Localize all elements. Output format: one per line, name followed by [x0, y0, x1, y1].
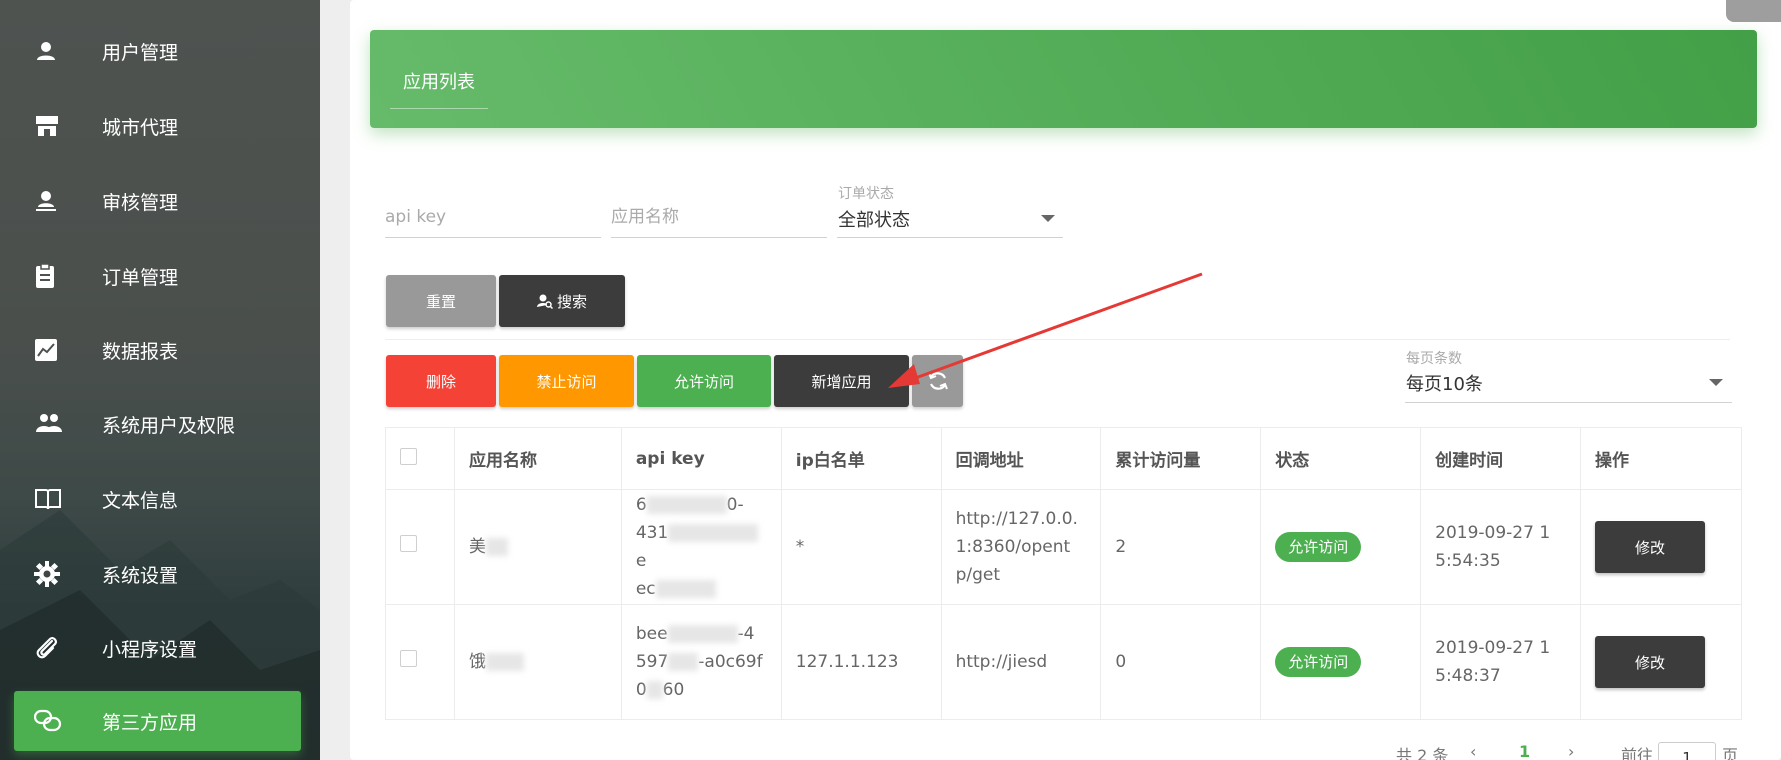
- apps-table: 应用名称 api key ip白名单 回调地址 累计访问量 状态 创建时间 操作…: [385, 427, 1743, 720]
- sidebar-item-reports[interactable]: 数据报表: [14, 320, 301, 380]
- created-cell: 2019-09-27 15:48:37: [1420, 604, 1581, 720]
- user-icon: [34, 37, 78, 65]
- redacted: [668, 653, 699, 671]
- column-header: api key: [620, 427, 782, 490]
- sidebar-item-orders[interactable]: 订单管理: [14, 246, 301, 306]
- annotation-arrow: [888, 272, 1203, 388]
- column-header: 状态: [1260, 427, 1422, 490]
- sidebar: 用户管理 城市代理 审核管理 订单管理 数据报表 系统用户及权限 文本信息 系统…: [0, 0, 320, 760]
- callback-cell: http://127.0.0.1:8360/opentp/get: [940, 489, 1102, 605]
- sidebar-item-text-info[interactable]: 文本信息: [14, 469, 301, 529]
- page-title: 应用列表: [403, 72, 475, 93]
- table-row: 饿 bee -4 597 -a0c69f 0 60 127.1.1.123 http:…: [385, 604, 1743, 720]
- settings-corner-button[interactable]: [1726, 0, 1781, 22]
- sidebar-item-label: 城市代理: [102, 116, 179, 139]
- row-checkbox[interactable]: [400, 535, 417, 552]
- title-underline: [390, 108, 488, 109]
- ip-whitelist-cell: *: [780, 489, 942, 605]
- store-icon: [34, 112, 78, 140]
- redacted: [485, 538, 508, 556]
- redacted: [485, 653, 524, 671]
- app-name-input[interactable]: [611, 198, 827, 236]
- created-cell: 2019-09-27 15:54:35: [1420, 489, 1581, 605]
- next-page-icon[interactable]: ›: [1568, 742, 1574, 760]
- sidebar-item-miniprogram[interactable]: 小程序设置: [14, 618, 301, 678]
- column-header: 应用名称: [453, 427, 622, 490]
- app-name-field[interactable]: [611, 198, 827, 238]
- sidebar-item-label: 文本信息: [102, 489, 179, 512]
- page-suffix: 页: [1722, 746, 1739, 760]
- search-button[interactable]: 搜索: [499, 275, 625, 327]
- redacted: [655, 580, 716, 598]
- edit-button[interactable]: 修改: [1594, 521, 1705, 573]
- pagination-total: 共 2 条: [1396, 746, 1449, 760]
- clipboard-icon: [34, 262, 78, 290]
- api-key-input[interactable]: [385, 198, 601, 236]
- search-button-label: 搜索: [556, 292, 587, 311]
- group-icon: [34, 410, 78, 438]
- select-all-checkbox[interactable]: [400, 447, 417, 465]
- api-key-field[interactable]: [385, 198, 601, 238]
- chevron-down-icon[interactable]: [1709, 379, 1723, 386]
- ip-whitelist-cell: 127.1.1.123: [780, 604, 942, 720]
- column-header: 操作: [1579, 427, 1743, 490]
- person-check-icon: [34, 187, 78, 215]
- column-header: 回调地址: [940, 427, 1102, 490]
- page-size-value[interactable]: 每页10条: [1406, 370, 1483, 396]
- app-name-cell: 美: [453, 489, 622, 605]
- chat-icon: [34, 707, 78, 735]
- sidebar-item-label: 第三方应用: [102, 711, 198, 734]
- sidebar-item-label: 系统用户及权限: [102, 414, 236, 437]
- card-header: 应用列表: [370, 30, 1757, 128]
- sidebar-item-third-party-apps[interactable]: 第三方应用: [14, 691, 301, 751]
- status-badge: 允许访问: [1275, 647, 1362, 677]
- table-row: 美 6 0- 431e ec * http://127.0.0.1:8360/op…: [385, 489, 1743, 605]
- redacted: [646, 496, 727, 514]
- chevron-down-icon[interactable]: [1041, 215, 1055, 222]
- callback-cell: http://jiesd: [940, 604, 1102, 720]
- column-header: 创建时间: [1420, 427, 1581, 490]
- goto-page-input[interactable]: 1: [1658, 742, 1716, 760]
- status-select-label: 订单状态: [838, 186, 894, 202]
- page-number[interactable]: 1: [1519, 742, 1530, 760]
- sidebar-item-users[interactable]: 用户管理: [14, 21, 301, 81]
- edit-button[interactable]: 修改: [1594, 636, 1705, 688]
- sidebar-item-city-agents[interactable]: 城市代理: [14, 96, 301, 156]
- row-checkbox[interactable]: [400, 650, 417, 667]
- reset-button[interactable]: 重置: [386, 275, 496, 327]
- redacted: [667, 625, 738, 643]
- allow-access-button[interactable]: 允许访问: [637, 355, 771, 407]
- app-name-cell: 饿: [453, 604, 622, 720]
- sidebar-item-label: 审核管理: [102, 191, 179, 214]
- delete-button[interactable]: 删除: [386, 355, 496, 407]
- sidebar-item-review[interactable]: 审核管理: [14, 171, 301, 231]
- redacted: [646, 681, 663, 699]
- api-key-cell: bee -4 597 -a0c69f 0 60: [620, 604, 782, 720]
- goto-label: 前往: [1621, 746, 1654, 760]
- book-icon: [34, 485, 78, 513]
- sidebar-item-label: 小程序设置: [102, 638, 198, 661]
- redacted: [668, 524, 759, 542]
- chart-icon: [34, 336, 78, 364]
- column-header: ip白名单: [780, 427, 942, 490]
- paperclip-icon: [34, 634, 78, 662]
- visits-cell: 0: [1100, 604, 1262, 720]
- sidebar-item-system-users[interactable]: 系统用户及权限: [14, 394, 301, 454]
- column-header: 累计访问量: [1100, 427, 1262, 490]
- visits-cell: 2: [1100, 489, 1262, 605]
- prev-page-icon[interactable]: ‹: [1470, 742, 1476, 760]
- sidebar-item-settings[interactable]: 系统设置: [14, 544, 301, 604]
- table-header-row: 应用名称 api key ip白名单 回调地址 累计访问量 状态 创建时间 操作: [385, 427, 1743, 490]
- status-select-value[interactable]: 全部状态: [838, 206, 910, 232]
- search-user-icon: [536, 294, 553, 309]
- sidebar-item-label: 系统设置: [102, 564, 179, 587]
- sidebar-item-label: 用户管理: [102, 41, 179, 64]
- sidebar-item-label: 订单管理: [102, 266, 179, 289]
- forbid-access-button[interactable]: 禁止访问: [499, 355, 634, 407]
- gear-icon: [34, 560, 78, 588]
- sidebar-item-label: 数据报表: [102, 340, 179, 363]
- api-key-cell: 6 0- 431e ec: [620, 489, 782, 605]
- status-badge: 允许访问: [1275, 532, 1362, 562]
